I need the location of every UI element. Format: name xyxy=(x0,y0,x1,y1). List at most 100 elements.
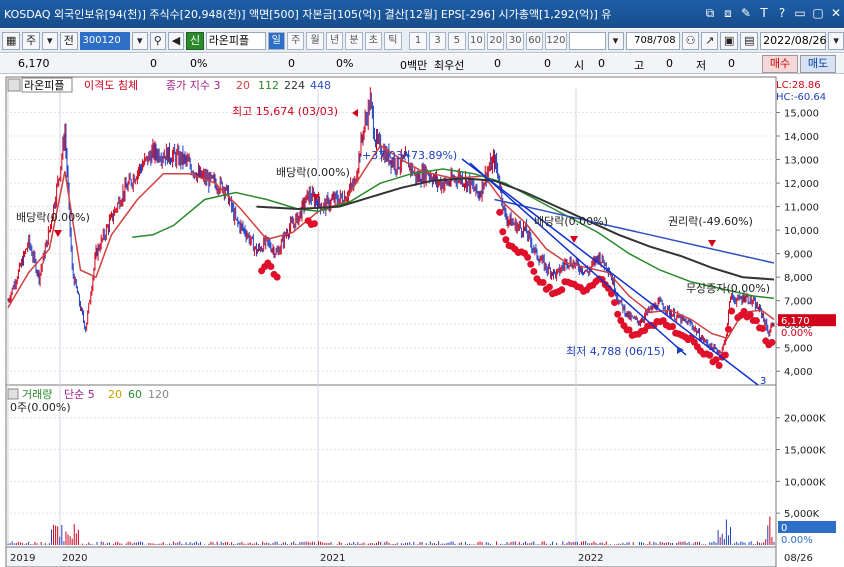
title-bar: KOSDAQ 외국인보유[94(천)] 주식수[20,948(천)] 액면[50… xyxy=(0,0,844,28)
trade-amount: 0백만 xyxy=(400,59,428,72)
chevron-down-icon[interactable]: ▾ xyxy=(828,31,844,50)
legend-ma-label: 종가 지수 3 xyxy=(166,79,220,92)
pin-icon[interactable]: ✎ xyxy=(738,4,754,22)
disparity-marker xyxy=(545,283,553,291)
text-icon[interactable]: T xyxy=(756,4,772,22)
stock-code-input[interactable]: 300120 xyxy=(79,31,130,50)
calendar-icon[interactable]: ▤ xyxy=(740,31,759,50)
window-controls: ⧉ ⧈ ✎ T ? ▭ ▢ ✕ xyxy=(702,4,844,22)
binoculars-icon[interactable]: ⚇ xyxy=(681,31,700,50)
period-tick[interactable]: 틱 xyxy=(384,31,402,50)
volume-tick-label: 5,000K xyxy=(784,509,820,520)
period-second[interactable]: 초 xyxy=(364,31,383,50)
disparity-marker xyxy=(499,228,507,236)
drawing-icon[interactable]: ↗ xyxy=(701,31,719,50)
date-tick-label: 2019 xyxy=(10,553,35,564)
period-month[interactable]: 월 xyxy=(306,31,324,50)
prefix-button[interactable]: 전 xyxy=(59,31,78,50)
low-value: 0 xyxy=(728,57,735,70)
maximize-icon[interactable]: ▢ xyxy=(810,4,826,22)
price-tick-label: 8,000 xyxy=(784,273,813,284)
stock-name-field[interactable]: 라온피플 xyxy=(205,31,266,50)
window-title: KOSDAQ 외국인보유[94(천)] 주식수[20,948(천)] 액면[50… xyxy=(4,8,612,21)
legend-ma-20: 20 xyxy=(236,79,250,92)
disparity-marker xyxy=(724,325,732,333)
stock-chart-svg[interactable]: 15,000 14,000 13,000 12,000 11,000 10,000 9,00… xyxy=(0,75,844,567)
change-rate: 0% xyxy=(190,57,208,70)
current-price: 6,170 xyxy=(18,57,50,70)
price-panel-frame xyxy=(5,76,777,386)
ask-value: 0 xyxy=(544,57,551,70)
interval-1[interactable]: 1 xyxy=(409,31,427,50)
chevron-down-icon[interactable]: ▾ xyxy=(131,31,148,50)
period-year[interactable]: 년 xyxy=(325,31,344,50)
interval-3[interactable]: 3 xyxy=(428,31,447,50)
interval-10[interactable]: 10 xyxy=(467,31,486,50)
copy-icon[interactable]: ⧉ xyxy=(702,4,718,22)
save-icon[interactable]: ▣ xyxy=(720,31,739,50)
current-pct-label: 0.00% xyxy=(781,328,813,339)
interval-120[interactable]: 120 xyxy=(545,31,567,50)
low-label: 저 xyxy=(696,59,707,72)
open-value: 0 xyxy=(598,57,605,70)
hc-label: HC:-60.64 xyxy=(776,92,826,103)
minimize-icon[interactable]: ▭ xyxy=(792,4,808,22)
volume-legend-label: 거래량 xyxy=(22,388,52,401)
date-field[interactable]: 2022/08/26 xyxy=(760,31,827,50)
count-field[interactable]: 708/708 xyxy=(625,31,680,50)
annotation-dividend-2: 배당락(0.00%) xyxy=(276,166,350,179)
speaker-icon[interactable]: ◀ xyxy=(167,31,184,50)
interval-30[interactable]: 30 xyxy=(506,31,524,50)
price-tick-label: 9,000 xyxy=(784,250,813,261)
current-price-label: 6,170 xyxy=(781,316,810,327)
disparity-marker xyxy=(273,273,281,281)
chart-window: KOSDAQ 외국인보유[94(천)] 주식수[20,948(천)] 액면[50… xyxy=(0,0,844,567)
period-minute[interactable]: 분 xyxy=(345,31,363,50)
grid-icon[interactable]: ▦ xyxy=(2,31,21,50)
buy-button[interactable]: 매수 xyxy=(762,55,798,73)
period-day[interactable]: 일 xyxy=(267,31,285,50)
disparity-marker xyxy=(768,338,776,346)
price-tick-label: 15,000 xyxy=(784,109,819,120)
volume-legend-20: 20 xyxy=(108,388,122,401)
annotation-drop: +37.03(-73.89%) xyxy=(362,149,457,162)
open-label: 시 xyxy=(574,59,585,72)
disparity-marker xyxy=(527,260,535,268)
interval-input[interactable] xyxy=(568,31,606,50)
type-select[interactable]: 주 xyxy=(22,31,40,50)
volume-legend-60: 60 xyxy=(128,388,142,401)
legend-indicator: 이격도 침체 xyxy=(84,79,138,92)
new-badge: 신 xyxy=(185,31,204,50)
sell-button[interactable]: 매도 xyxy=(800,55,836,73)
interval-60[interactable]: 60 xyxy=(525,31,544,50)
disparity-marker xyxy=(496,208,504,216)
price-tick-label: 13,000 xyxy=(784,156,819,167)
disparity-marker xyxy=(706,351,714,359)
price-change: 0 xyxy=(150,57,157,70)
volume-legend-menu-icon[interactable] xyxy=(7,388,19,400)
interval-5[interactable]: 5 xyxy=(448,31,466,50)
legend-stock-name: 라온피플 xyxy=(24,79,64,92)
price-tick-label: 5,000 xyxy=(784,344,813,355)
chevron-down-icon[interactable]: ▾ xyxy=(41,31,58,50)
help-icon[interactable]: ? xyxy=(774,4,790,22)
chevron-down-icon[interactable]: ▾ xyxy=(607,31,624,50)
priority-label: 최우선 xyxy=(434,59,465,72)
restore-icon[interactable]: ⧈ xyxy=(720,4,736,22)
period-week[interactable]: 주 xyxy=(286,31,305,50)
disparity-marker xyxy=(728,307,736,315)
toolbar: ▦ 주 ▾ 전 300120 ▾ ⚲ ◀ 신 라온피플 일 주 월 년 분 초 … xyxy=(0,29,844,53)
close-icon[interactable]: ✕ xyxy=(828,4,844,22)
interval-20[interactable]: 20 xyxy=(487,31,505,50)
price-tick-label: 10,000 xyxy=(784,226,819,237)
annotation-low: 최저 4,788 (06/15) xyxy=(566,345,665,358)
legend-menu-icon[interactable] xyxy=(7,78,21,92)
date-axis-frame xyxy=(5,546,777,567)
price-tick-label: 14,000 xyxy=(784,132,819,143)
disparity-marker xyxy=(759,324,767,332)
search-icon[interactable]: ⚲ xyxy=(149,31,166,50)
price-tick-label: 4,000 xyxy=(784,367,813,378)
annotation-rights: 권리락(-49.60%) xyxy=(668,215,753,228)
disparity-marker xyxy=(715,361,723,369)
chart-area[interactable]: 15,000 14,000 13,000 12,000 11,000 10,000 9,00… xyxy=(0,75,844,567)
